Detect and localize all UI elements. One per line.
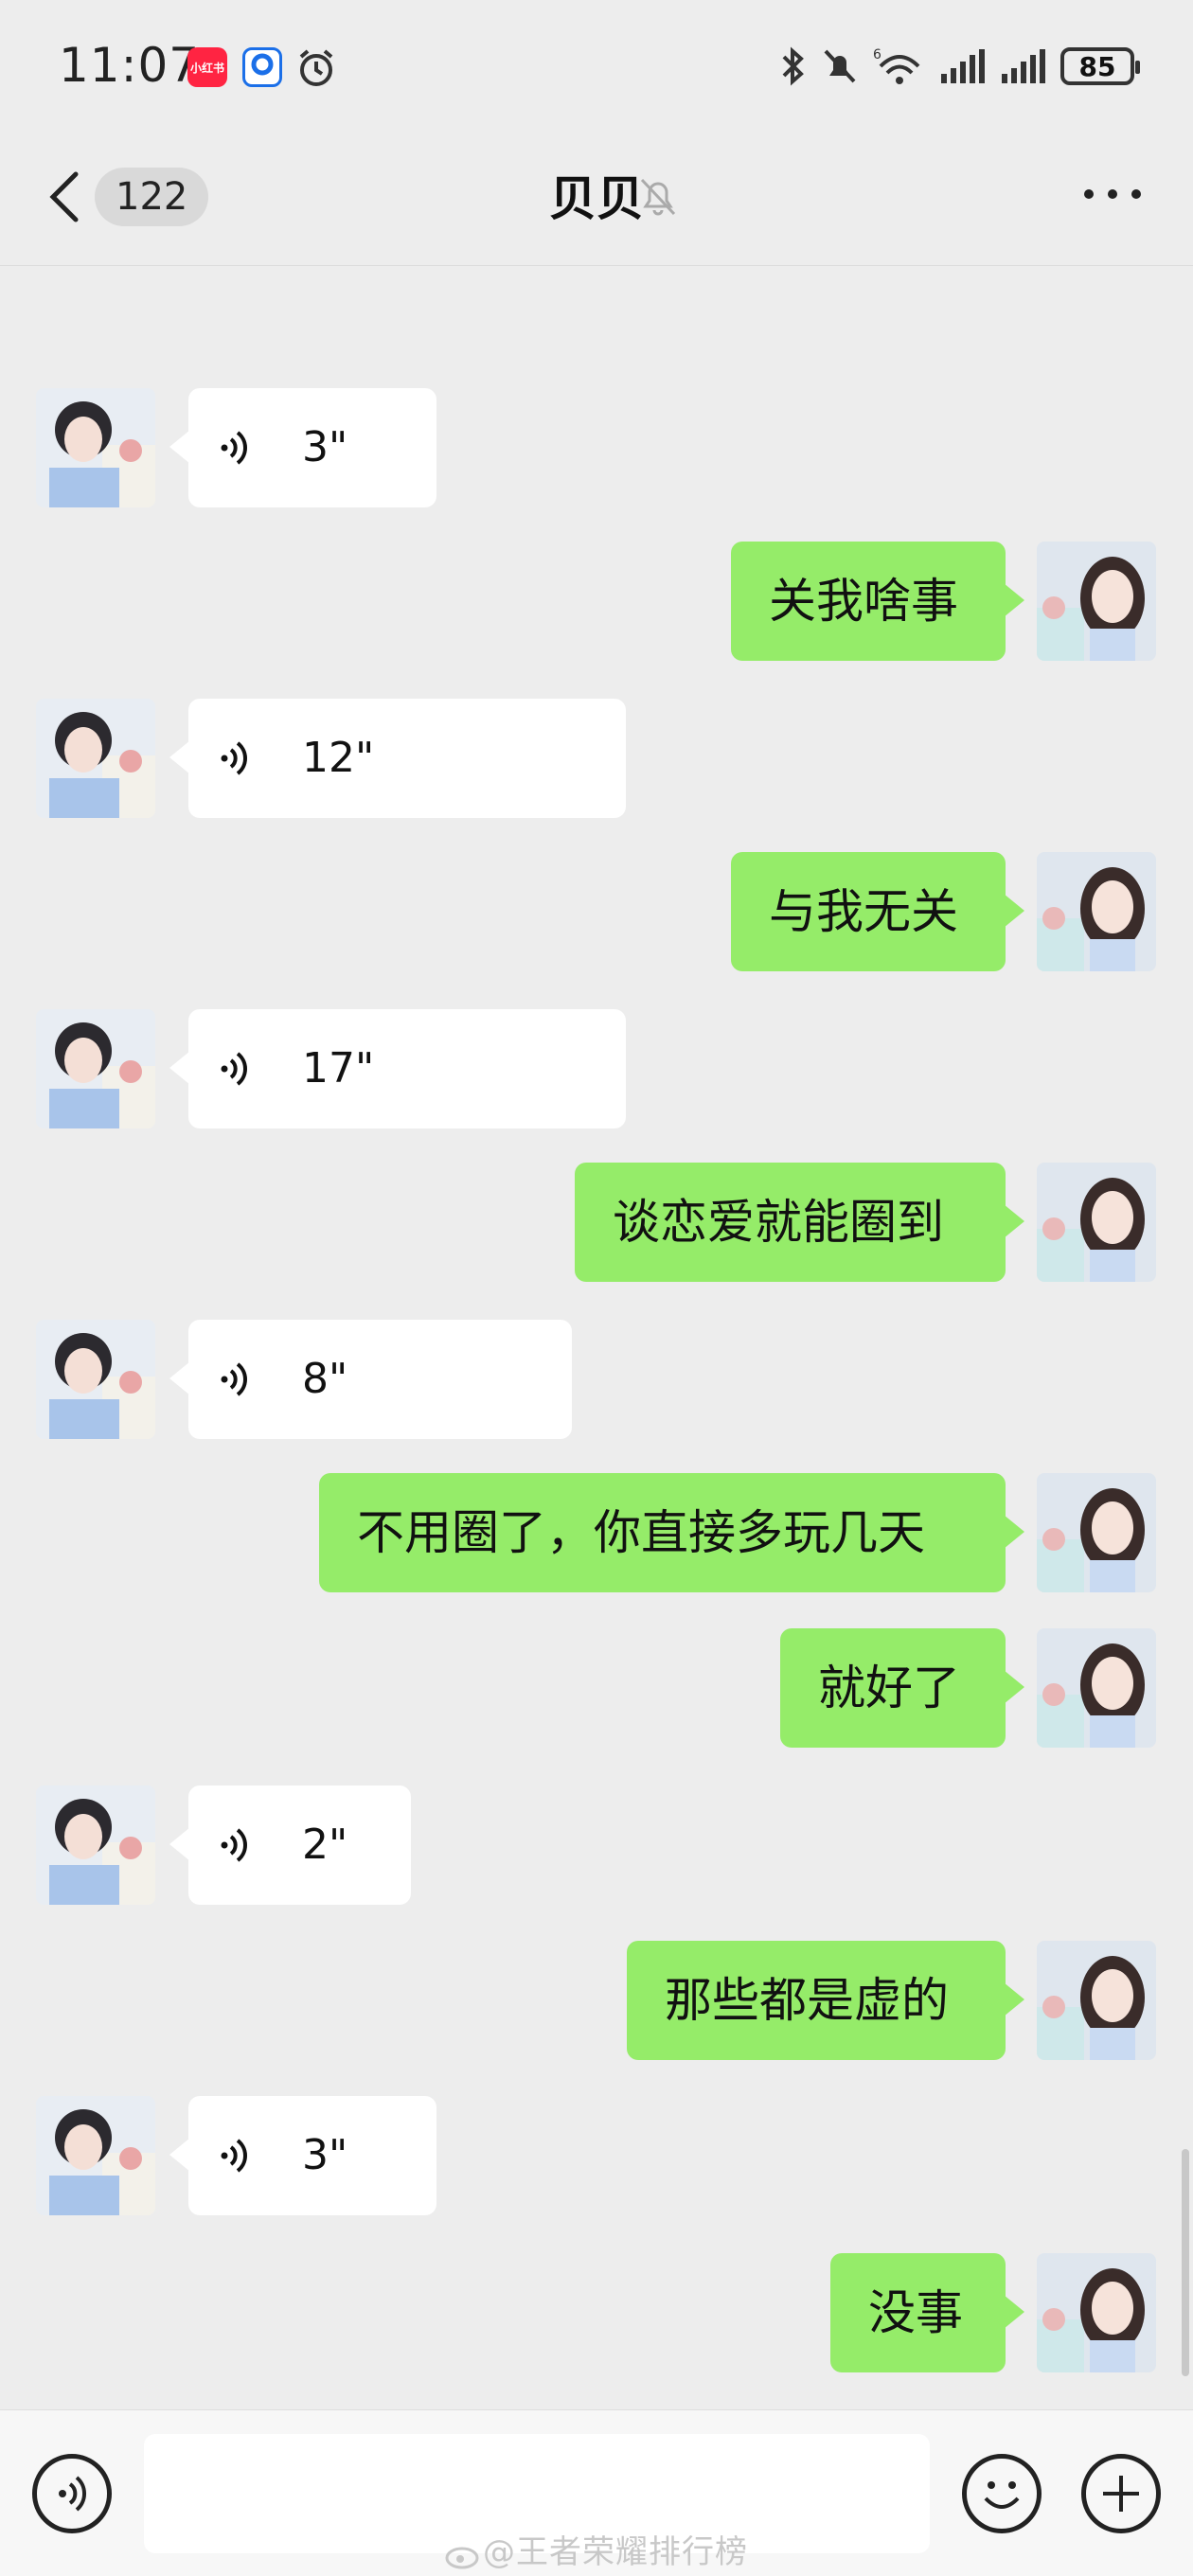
voice-duration: 12" xyxy=(302,734,375,782)
scrollbar[interactable] xyxy=(1182,2149,1189,2376)
svg-text:6: 6 xyxy=(873,47,881,62)
status-right-icons: 6 85 xyxy=(778,42,1140,91)
xiaohongshu-app-icon: 小红书 xyxy=(187,47,227,87)
avatar-contact[interactable] xyxy=(36,699,155,818)
wifi-icon: 6 xyxy=(873,47,920,84)
text-message-bubble[interactable]: 不用圈了，你直接多玩几天 xyxy=(319,1473,1024,1592)
more-icon[interactable] xyxy=(1079,180,1146,208)
voice-message-bubble[interactable]: 3" xyxy=(169,388,436,507)
status-time: 11:07 xyxy=(59,38,201,93)
more-functions-button[interactable] xyxy=(1081,2454,1161,2533)
avatar-contact[interactable] xyxy=(36,1009,155,1128)
battery-indicator: 85 xyxy=(1060,47,1140,85)
avatar-self[interactable] xyxy=(1037,1628,1156,1748)
emoji-button[interactable] xyxy=(962,2454,1042,2533)
voice-message-bubble[interactable]: 8" xyxy=(169,1320,572,1439)
voice-icon xyxy=(221,1052,247,1086)
bluetooth-icon xyxy=(782,46,804,86)
avatar-contact[interactable] xyxy=(36,2096,155,2215)
voice-icon xyxy=(221,1362,247,1396)
chat-title: 贝贝 xyxy=(549,171,644,226)
avatar-self[interactable] xyxy=(1037,852,1156,971)
text-message-bubble[interactable]: 就好了 xyxy=(780,1628,1024,1748)
voice-icon xyxy=(221,2139,247,2173)
mute-notification-icon xyxy=(824,49,856,83)
alarm-icon xyxy=(295,47,335,87)
weibo-icon xyxy=(445,2547,479,2568)
avatar-self[interactable] xyxy=(1037,1163,1156,1282)
text-message-bubble[interactable]: 与我无关 xyxy=(731,852,1024,971)
avatar-self[interactable] xyxy=(1037,1941,1156,2060)
avatar-contact[interactable] xyxy=(36,1320,155,1439)
voice-message-bubble[interactable]: 17" xyxy=(169,1009,626,1128)
voice-message-bubble[interactable]: 2" xyxy=(169,1785,411,1905)
avatar-self[interactable] xyxy=(1037,2253,1156,2372)
voice-icon xyxy=(221,1828,247,1862)
voice-duration: 3" xyxy=(302,2131,348,2179)
avatar-self[interactable] xyxy=(1037,542,1156,661)
text-message-bubble[interactable]: 关我啥事 xyxy=(731,542,1024,661)
voice-icon xyxy=(221,741,247,775)
voice-input-button[interactable] xyxy=(32,2454,112,2533)
signal-icon-1 xyxy=(941,49,985,83)
mute-bell-icon xyxy=(640,178,676,216)
chat-header: 122 贝贝 xyxy=(0,133,1193,266)
watermark: @王者荣耀排行榜 xyxy=(445,2526,748,2572)
notification-app-icon xyxy=(242,47,282,87)
voice-icon xyxy=(221,431,247,465)
status-bar: 11:07 小红书 6 85 xyxy=(0,0,1193,133)
text-message-bubble[interactable]: 那些都是虚的 xyxy=(627,1941,1024,2060)
voice-duration: 17" xyxy=(302,1044,375,1093)
voice-duration: 2" xyxy=(302,1821,348,1869)
avatar-contact[interactable] xyxy=(36,388,155,507)
avatar-contact[interactable] xyxy=(36,1785,155,1905)
voice-duration: 8" xyxy=(302,1355,348,1403)
avatar-self[interactable] xyxy=(1037,1473,1156,1592)
voice-message-bubble[interactable]: 3" xyxy=(169,2096,436,2215)
emoji-icon xyxy=(984,2481,1020,2509)
plus-icon xyxy=(1103,2476,1139,2512)
text-message-bubble[interactable]: 谈恋爱就能圈到 xyxy=(575,1163,1024,1282)
voice-duration: 3" xyxy=(302,423,348,471)
voice-message-bubble[interactable]: 12" xyxy=(169,699,626,818)
text-message-bubble[interactable]: 没事 xyxy=(830,2253,1024,2372)
voice-icon xyxy=(59,2476,87,2512)
signal-icon-2 xyxy=(1002,49,1045,83)
